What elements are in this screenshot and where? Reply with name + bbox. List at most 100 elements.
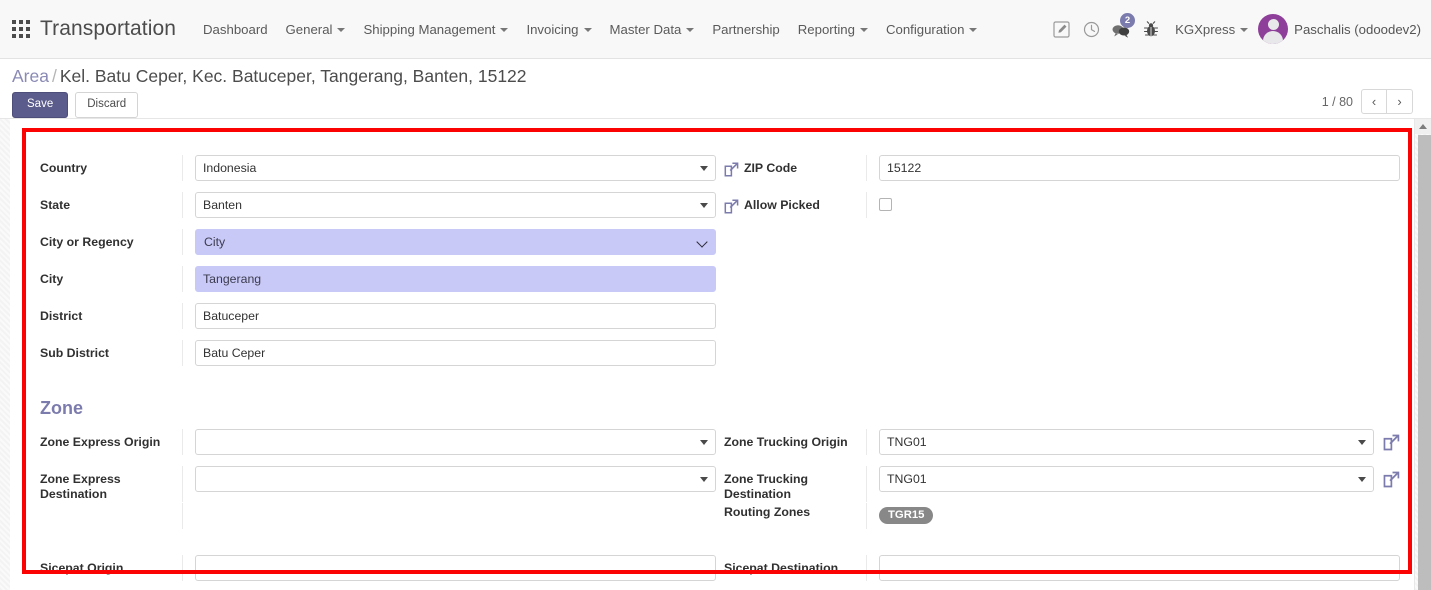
messages-badge: 2 — [1120, 13, 1136, 28]
menu-item-general[interactable]: General — [277, 16, 355, 43]
apps-grid-icon[interactable] — [12, 20, 30, 38]
field-label: ZIP Code — [744, 161, 798, 175]
page-left-edge — [0, 119, 10, 590]
zip-code-input[interactable] — [879, 155, 1400, 181]
form-field-district: District — [32, 303, 716, 329]
app-brand-title[interactable]: Transportation — [40, 17, 176, 41]
form-field-zone-trucking-destination: Zone Trucking Destination — [716, 466, 1400, 502]
messages-icon[interactable]: 2 — [1107, 13, 1136, 44]
breadcrumb-root[interactable]: Area — [12, 66, 49, 86]
menu-item-dashboard[interactable]: Dashboard — [194, 16, 277, 43]
pager-count: 1 / 80 — [1321, 94, 1353, 109]
menu-item-reporting[interactable]: Reporting — [789, 16, 877, 43]
menu-item-label: Invoicing — [526, 21, 579, 37]
bug-icon[interactable] — [1137, 14, 1165, 44]
edit-note-icon[interactable] — [1047, 14, 1075, 44]
menu-item-shipping-management[interactable]: Shipping Management — [354, 16, 517, 43]
chevron-left-icon[interactable]: ‹ — [1361, 89, 1387, 114]
form-row: Zone Express Origin Zone Trucking Origin — [32, 429, 1400, 455]
company-switcher[interactable]: KGXpress — [1167, 16, 1256, 43]
menu-item-master-data[interactable]: Master Data — [601, 16, 704, 43]
menu-item-label: Dashboard — [203, 21, 268, 37]
selected-option-label: City — [204, 235, 226, 249]
scroll-thumb[interactable] — [1418, 135, 1431, 590]
user-menu[interactable]: Paschalis (odoodev2) — [1258, 14, 1425, 44]
routing-zone-tag[interactable]: TGR15 — [879, 507, 934, 524]
external-link-icon[interactable] — [724, 199, 739, 214]
zone-trucking-destination-input[interactable] — [879, 466, 1374, 492]
form-grid: Country Indonesia ZIP Code 15122 State B… — [32, 155, 1400, 581]
field-label: Sicepat Destination — [724, 561, 839, 575]
field-label: Zone Trucking Origin — [724, 435, 848, 449]
vertical-scrollbar[interactable] — [1414, 119, 1431, 590]
menu-item-label: Configuration — [885, 21, 965, 37]
chevron-down-icon — [696, 236, 708, 248]
top-navbar: Transportation Dashboard General Shippin… — [0, 0, 1431, 59]
zone-express-origin-input[interactable] — [195, 429, 716, 455]
record-pager: 1 / 80 ‹ › — [1322, 89, 1413, 114]
breadcrumb-current: Kel. Batu Ceper, Kec. Batuceper, Tangera… — [59, 66, 527, 86]
breadcrumb: Area / Kel. Batu Ceper, Kec. Batuceper, Ta… — [12, 66, 527, 87]
form-row: District — [32, 303, 1400, 329]
field-label: Country — [40, 161, 88, 175]
control-panel: Area / Kel. Batu Ceper, Kec. Batuceper, Ta… — [0, 59, 1431, 119]
field-label: Routing Zones — [724, 505, 811, 519]
allow-picked-checkbox[interactable] — [879, 198, 892, 211]
field-label: Zone Express Destination — [40, 472, 121, 501]
pager-buttons: ‹ › — [1361, 89, 1413, 114]
menu-item-label: Shipping Management — [363, 21, 496, 37]
form-field-zip-code: ZIP Code — [716, 155, 1400, 181]
menu-item-label: Partnership — [712, 21, 780, 37]
chevron-right-icon[interactable]: › — [1387, 89, 1413, 114]
menu-item-configuration[interactable]: Configuration — [877, 16, 986, 43]
form-row: Sicepat Origin Sicepat Destination — [32, 555, 1400, 581]
external-link-icon[interactable] — [1383, 434, 1400, 451]
chevron-down-icon — [1240, 28, 1249, 32]
form-field-sicepat-origin: Sicepat Origin — [32, 555, 716, 581]
sicepat-destination-input[interactable] — [879, 555, 1400, 581]
form-action-buttons: Save Discard — [12, 92, 139, 118]
form-field-sub-district: Sub District — [32, 340, 716, 366]
form-field-sicepat-destination: Sicepat Destination — [716, 555, 1400, 581]
form-row: . Routing Zones TGR15 — [32, 503, 1400, 529]
menu-item-invoicing[interactable]: Invoicing — [517, 16, 600, 43]
discard-button[interactable]: Discard — [75, 92, 139, 118]
city-or-regency-select[interactable]: City — [195, 229, 716, 255]
chevron-down-icon — [686, 28, 695, 32]
form-row: City — [32, 266, 1400, 292]
menu-item-partnership[interactable]: Partnership — [703, 16, 788, 43]
form-row: Country Indonesia ZIP Code 15122 — [32, 155, 1400, 181]
menu-item-label: General — [285, 21, 333, 37]
state-input[interactable] — [195, 192, 716, 218]
country-input[interactable] — [195, 155, 716, 181]
form-field-country: Country — [32, 155, 716, 181]
district-input[interactable] — [195, 303, 716, 329]
chevron-down-icon — [500, 28, 509, 32]
form-row: Zone Express Destination Zone Trucking D… — [32, 466, 1400, 502]
form-field-city-or-regency: City or Regency City — [32, 229, 716, 255]
zone-trucking-origin-input[interactable] — [879, 429, 1374, 455]
zone-express-destination-input[interactable] — [195, 466, 716, 492]
field-label: Sub District — [40, 346, 110, 360]
form-content-area: Country Indonesia ZIP Code 15122 State B… — [0, 119, 1431, 590]
field-label: Zone Express Origin — [40, 435, 161, 449]
main-menu: Dashboard General Shipping Management In… — [194, 16, 986, 43]
menu-item-label: Master Data — [609, 21, 682, 37]
company-label: KGXpress — [1175, 21, 1236, 37]
chevron-down-icon — [859, 28, 868, 32]
external-link-icon[interactable] — [1383, 471, 1400, 488]
breadcrumb-separator: / — [51, 66, 57, 86]
form-field-zone-express-origin: Zone Express Origin — [32, 429, 716, 455]
city-input[interactable] — [195, 266, 716, 292]
external-link-icon[interactable] — [724, 162, 739, 177]
clock-icon[interactable] — [1077, 14, 1105, 44]
form-field-zone-express-destination: Zone Express Destination — [32, 466, 716, 502]
user-avatar — [1258, 14, 1289, 44]
save-button[interactable]: Save — [12, 92, 69, 118]
field-label: Allow Picked — [744, 198, 820, 212]
form-field-state: State — [32, 192, 716, 218]
scroll-up-arrow-icon[interactable] — [1415, 119, 1431, 134]
chevron-down-icon — [583, 28, 592, 32]
sub-district-input[interactable] — [195, 340, 716, 366]
sicepat-origin-input[interactable] — [195, 555, 716, 581]
